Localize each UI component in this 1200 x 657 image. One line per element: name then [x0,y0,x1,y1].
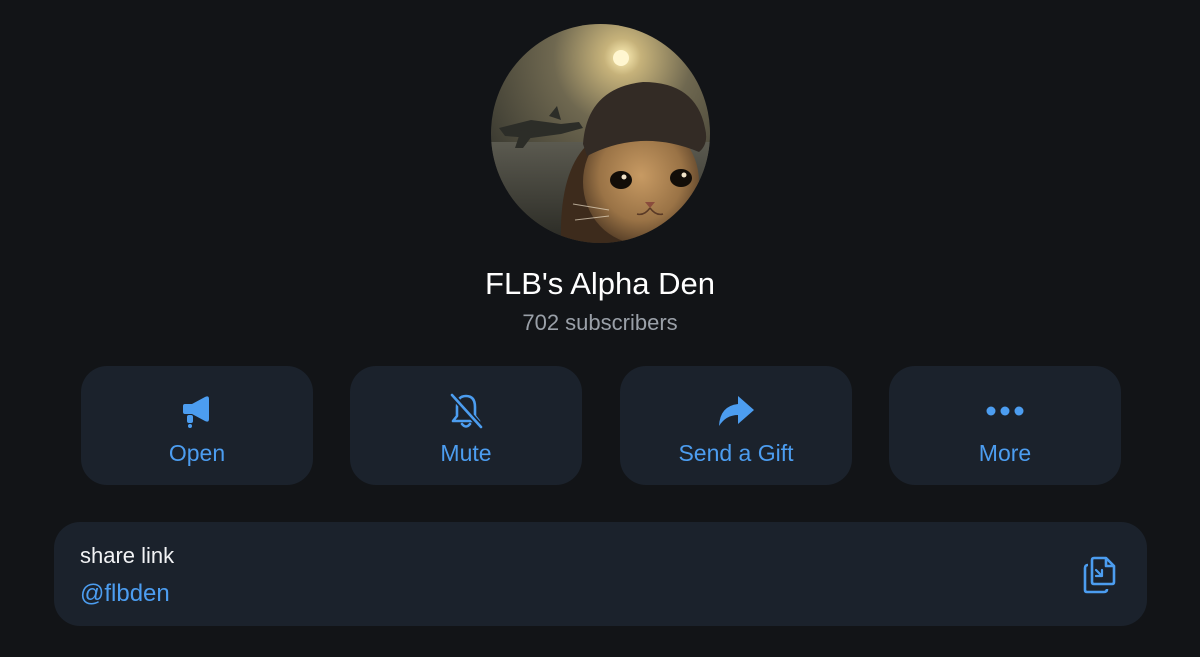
mute-button[interactable]: Mute [350,366,582,485]
more-button[interactable]: More [889,366,1121,485]
megaphone-icon [81,392,313,430]
open-label: Open [168,440,226,466]
send-gift-button[interactable]: Send a Gift [620,366,852,485]
share-link-caption: share link [80,543,175,568]
bell-slash-icon [350,392,582,430]
avatar-image [491,24,710,243]
mute-label: Mute [440,440,492,466]
channel-avatar[interactable] [491,24,710,243]
copy-icon[interactable] [1080,554,1122,596]
channel-profile-screen: FLB's Alpha Den 702 subscribers Open Mut… [0,0,1200,657]
more-label: More [978,440,1032,466]
action-bar: Open Mute Send a Gift More [81,366,1121,485]
open-button[interactable]: Open [81,366,313,485]
send-gift-label: Send a Gift [678,440,794,466]
subscriber-count: 702 subscribers [522,310,678,335]
share-link-value[interactable]: @flbden [80,578,170,610]
channel-title: FLB's Alpha Den [485,266,715,301]
share-arrow-icon [620,392,852,430]
share-link-card[interactable]: share link @flbden [54,522,1147,626]
more-dots-icon [889,392,1121,430]
